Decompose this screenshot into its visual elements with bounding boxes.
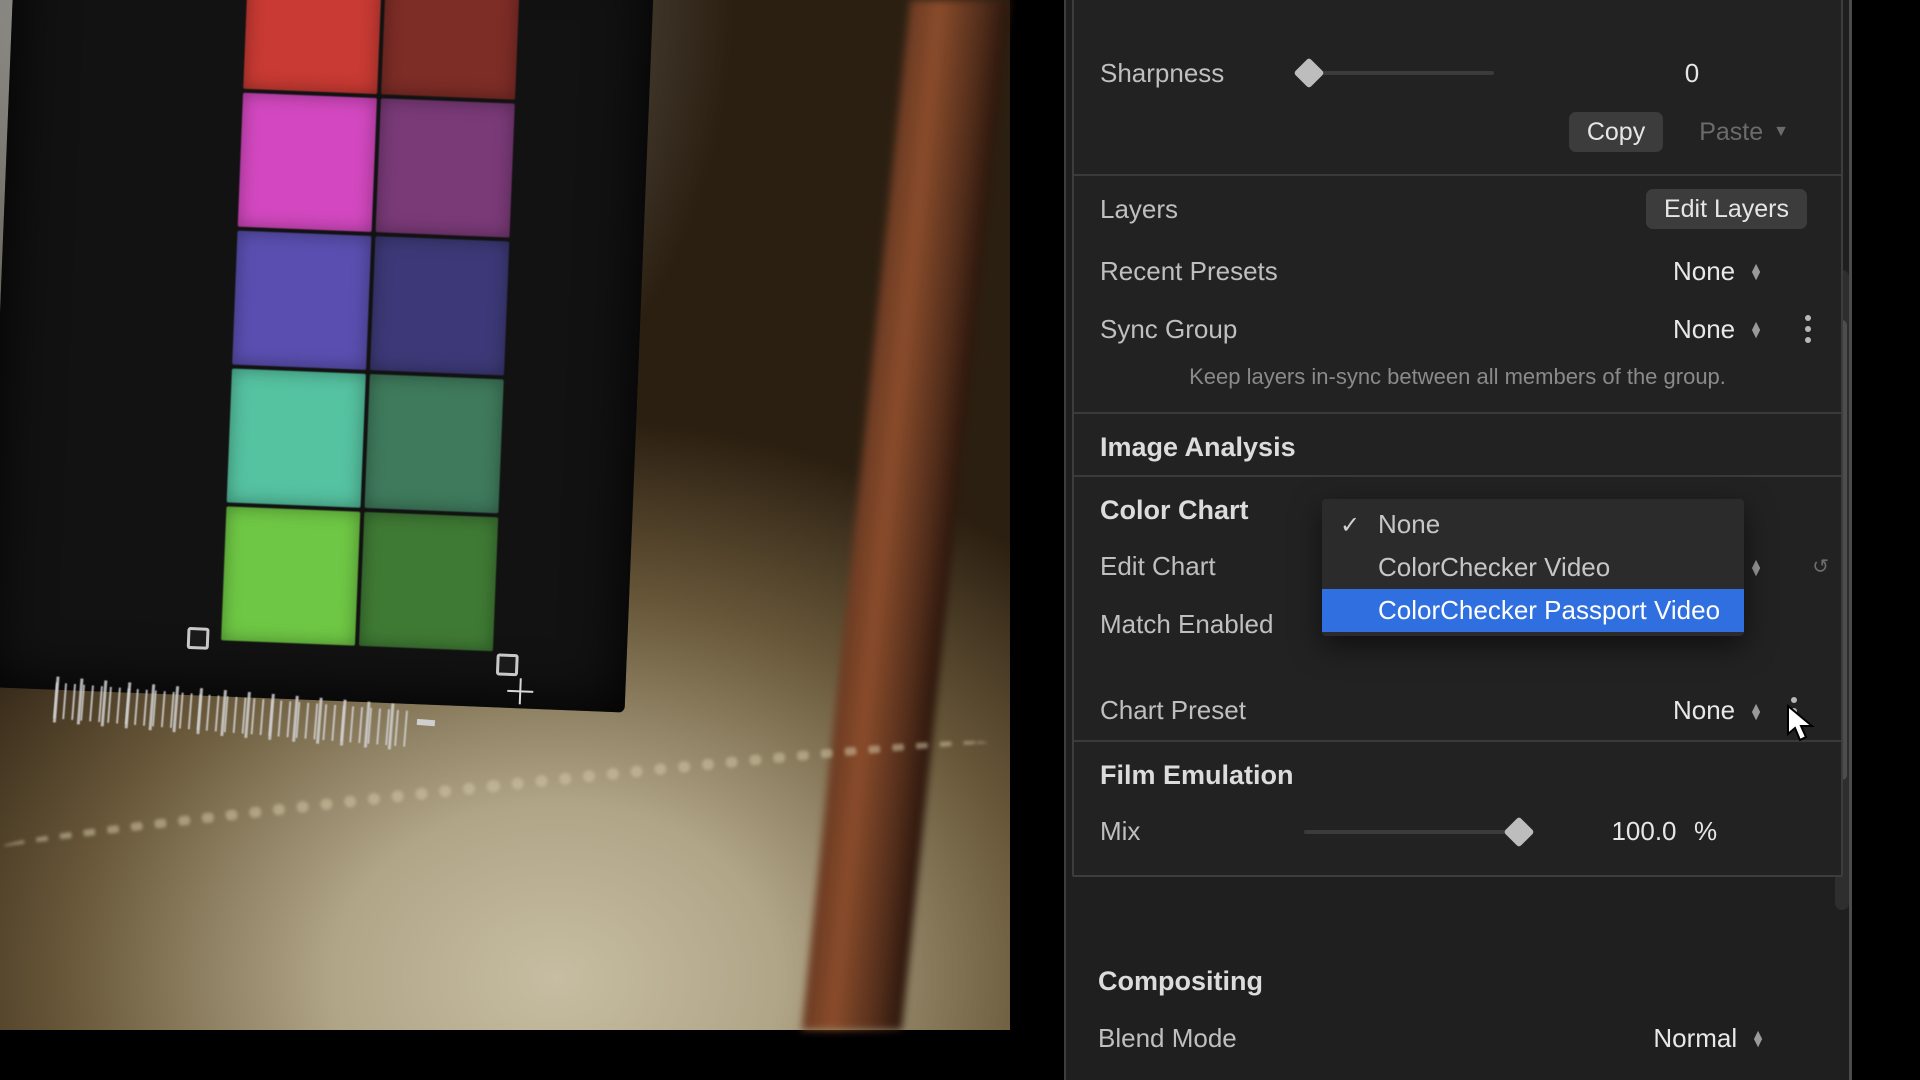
- dropdown-item[interactable]: ✓ None: [1322, 503, 1744, 546]
- dropdown-item[interactable]: ColorChecker Passport Video: [1322, 589, 1744, 632]
- viewer[interactable]: [0, 0, 1010, 1030]
- mix-suffix: %: [1694, 816, 1717, 847]
- section-film-emulation: Film Emulation: [1074, 742, 1841, 803]
- updown-icon: ▲▼: [1749, 263, 1763, 279]
- backdrop-wood: [802, 0, 1010, 1030]
- edit-layers-button[interactable]: Edit Layers: [1646, 189, 1807, 229]
- updown-icon: ▲▼: [1751, 1030, 1765, 1046]
- paste-button-label: Paste: [1699, 118, 1763, 147]
- dropdown-item-label: None: [1378, 509, 1440, 539]
- check-icon: ✓: [1340, 511, 1360, 540]
- sync-group-hint: Keep layers in-sync between all members …: [1074, 358, 1841, 412]
- updown-icon: ▲▼: [1749, 703, 1763, 719]
- fiducial-marker: [496, 653, 519, 676]
- fiducial-marker: [187, 627, 210, 650]
- row-layers: Layers Edit Layers: [1074, 176, 1841, 242]
- chart-preset-select[interactable]: None ▲▼: [1673, 695, 1763, 726]
- sharpness-value[interactable]: 0: [1622, 58, 1762, 89]
- color-swatch: [364, 374, 503, 513]
- section-compositing: Compositing: [1072, 938, 1843, 1009]
- row-mix: Mix 100.0 %: [1074, 803, 1841, 861]
- row-blend-mode: Blend Mode Normal ▲▼: [1072, 1009, 1843, 1067]
- section-image-analysis: Image Analysis: [1074, 414, 1841, 475]
- minus-icon: [417, 719, 435, 726]
- edit-chart-label: Edit Chart: [1100, 551, 1216, 582]
- row-sharpness: Sharpness 0: [1074, 44, 1841, 102]
- recent-presets-label: Recent Presets: [1100, 256, 1278, 287]
- chevron-down-icon: ▼: [1773, 123, 1789, 141]
- mix-label: Mix: [1100, 816, 1140, 847]
- row-sync-group: Sync Group None ▲▼: [1074, 300, 1841, 358]
- sync-group-select[interactable]: None ▲▼: [1673, 314, 1763, 345]
- dropdown-item[interactable]: ColorChecker Video: [1322, 546, 1744, 589]
- color-swatch: [232, 231, 371, 370]
- recent-presets-select[interactable]: None ▲▼: [1673, 256, 1763, 287]
- color-swatch: [370, 236, 509, 375]
- inspector-panel: Sharpness 0 Copy Paste ▼ Layers Edit Lay…: [1064, 0, 1852, 1080]
- blend-mode-label: Blend Mode: [1098, 1023, 1237, 1054]
- color-swatch: [221, 506, 360, 645]
- updown-icon: ▲▼: [1749, 321, 1763, 337]
- color-swatch: [238, 93, 377, 232]
- slider-knob-icon[interactable]: [1293, 57, 1324, 88]
- sync-group-kebab[interactable]: [1805, 310, 1811, 348]
- color-swatch: [376, 98, 515, 237]
- sync-group-label: Sync Group: [1100, 314, 1237, 345]
- color-swatch: [227, 369, 366, 508]
- chart-preset-label: Chart Preset: [1100, 695, 1246, 726]
- layers-label: Layers: [1100, 194, 1178, 225]
- sharpness-slider[interactable]: [1304, 71, 1494, 75]
- clipboard-toolbar: Copy Paste ▼: [1074, 102, 1841, 174]
- edit-chart-dropdown[interactable]: ✓ None ColorChecker Video ColorChecker Pass…: [1322, 499, 1744, 636]
- color-swatch: [381, 0, 520, 100]
- sharpness-label: Sharpness: [1100, 58, 1224, 89]
- row-opacity: Opacity 100.0 %: [1072, 1067, 1843, 1080]
- color-checker-card: [0, 0, 655, 713]
- dropdown-item-label: ColorChecker Video: [1378, 552, 1610, 582]
- mix-slider[interactable]: [1304, 830, 1524, 834]
- recent-presets-value: None: [1673, 256, 1735, 287]
- paste-button[interactable]: Paste ▼: [1681, 112, 1807, 152]
- swatch-grid: [221, 0, 520, 651]
- match-enabled-label: Match Enabled: [1100, 609, 1273, 640]
- blend-mode-select[interactable]: Normal ▲▼: [1653, 1023, 1765, 1054]
- dropdown-item-label: ColorChecker Passport Video: [1378, 595, 1720, 625]
- sync-group-value: None: [1673, 314, 1735, 345]
- reset-icon[interactable]: ↺: [1812, 554, 1829, 579]
- row-recent-presets: Recent Presets None ▲▼: [1074, 242, 1841, 300]
- crosshair-icon: [507, 678, 534, 705]
- copy-button[interactable]: Copy: [1569, 112, 1663, 152]
- color-swatch: [243, 0, 382, 94]
- chart-preset-value: None: [1673, 695, 1735, 726]
- updown-icon: ▲▼: [1749, 559, 1763, 575]
- slider-knob-icon[interactable]: [1503, 816, 1534, 847]
- color-swatch: [359, 512, 498, 651]
- chart-preset-kebab[interactable]: [1791, 692, 1797, 730]
- blend-mode-value: Normal: [1653, 1023, 1737, 1054]
- row-chart-preset: Chart Preset None ▲▼: [1074, 682, 1841, 740]
- mix-value[interactable]: 100.0: [1574, 816, 1714, 847]
